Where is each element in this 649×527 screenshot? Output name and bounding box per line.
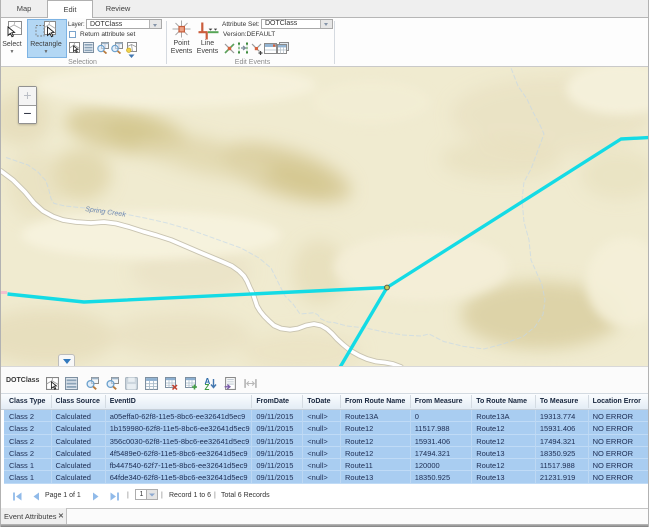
- svg-text:Z: Z: [205, 383, 210, 390]
